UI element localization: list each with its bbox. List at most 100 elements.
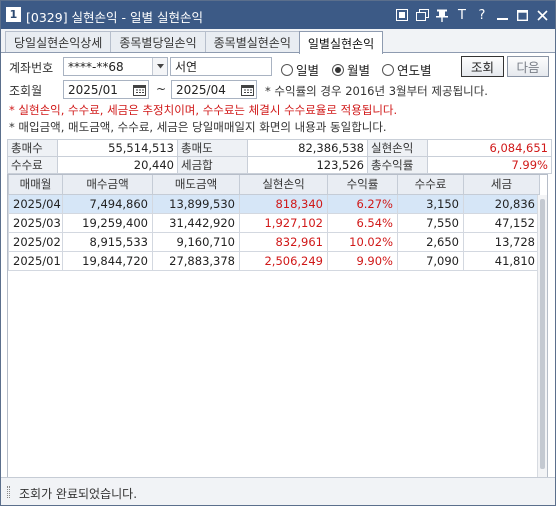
monthly-pnl-table: 매매월 매수금액 매도금액 실현손익 수익률 수수료 세금 2025/04 7,… bbox=[8, 175, 540, 271]
col-header-return-rate[interactable]: 수익률 bbox=[327, 175, 398, 195]
close-icon[interactable] bbox=[535, 7, 549, 23]
radio-yearly[interactable]: 연도별 bbox=[382, 60, 432, 79]
table-row[interactable]: 2025/03 19,259,400 31,442,920 1,927,102 … bbox=[8, 212, 540, 233]
tab-stock-intraday[interactable]: 종목별당일손익 bbox=[110, 31, 206, 53]
tab-stock-realized[interactable]: 종목별실현손익 bbox=[204, 31, 300, 53]
cell-tax: 47,152 bbox=[463, 212, 540, 233]
cell-realized-pnl: 832,961 bbox=[239, 231, 328, 252]
total-return-value: 7.99% bbox=[427, 156, 552, 174]
total-buy-label: 총매수 bbox=[7, 139, 58, 157]
rate-availability-note: * 수익률의 경우 2016년 3월부터 제공됩니다. bbox=[265, 84, 488, 98]
cell-return-rate: 10.02% bbox=[327, 231, 398, 252]
tax-value: 123,526 bbox=[247, 156, 368, 174]
cell-sell-amount: 27,883,378 bbox=[152, 250, 240, 271]
account-select[interactable]: ****-**68 bbox=[63, 57, 168, 76]
screen-number-badge: 1 bbox=[6, 7, 21, 22]
help-icon[interactable]: ? bbox=[475, 7, 489, 23]
account-name-value: 서연 bbox=[175, 60, 198, 74]
cell-sell-amount: 13,899,530 bbox=[152, 193, 240, 214]
cell-realized-pnl: 818,340 bbox=[239, 193, 328, 214]
realized-pnl-window: 1 [0329] 실현손익 - 일별 실현손익 T ? 당일실현손익상세 종목별… bbox=[0, 0, 556, 506]
cell-buy-amount: 7,494,860 bbox=[62, 193, 153, 214]
col-header-tax[interactable]: 세금 bbox=[463, 175, 540, 195]
radio-daily-label: 일별 bbox=[296, 63, 320, 78]
col-header-month[interactable]: 매매월 bbox=[8, 175, 63, 195]
cell-return-rate: 9.90% bbox=[327, 250, 398, 271]
cell-buy-amount: 19,259,400 bbox=[62, 212, 153, 233]
title-bar[interactable]: 1 [0329] 실현손익 - 일별 실현손익 T ? bbox=[1, 1, 555, 29]
pin-icon[interactable] bbox=[435, 7, 449, 23]
cell-buy-amount: 19,844,720 bbox=[62, 250, 153, 271]
cell-return-rate: 6.27% bbox=[327, 193, 398, 214]
grip-icon bbox=[7, 486, 10, 498]
radio-daily[interactable]: 일별 bbox=[281, 60, 319, 79]
status-bar: 조회가 완료되었습니다. bbox=[1, 477, 555, 505]
range-tilde: ~ bbox=[156, 82, 167, 96]
title-bar-controls: T ? bbox=[395, 6, 549, 24]
grid-header-row: 매매월 매수금액 매도금액 실현손익 수익률 수수료 세금 bbox=[8, 175, 540, 195]
table-row[interactable]: 2025/01 19,844,720 27,883,378 2,506,249 … bbox=[8, 250, 540, 271]
cell-tax: 41,810 bbox=[463, 250, 540, 271]
scrollbar-thumb[interactable] bbox=[540, 199, 545, 469]
tab-daily-realized[interactable]: 일별실현손익 bbox=[298, 31, 384, 54]
tab-strip: 당일실현손익상세 종목별당일손익 종목별실현손익 일별실현손익 bbox=[5, 31, 384, 54]
radio-monthly-circle bbox=[332, 63, 344, 76]
tax-label: 세금합 bbox=[177, 156, 248, 174]
query-button[interactable]: 조회 bbox=[461, 56, 504, 77]
radio-monthly-label: 월별 bbox=[347, 63, 371, 78]
cell-fee: 2,650 bbox=[397, 231, 464, 252]
minimize-icon[interactable] bbox=[495, 7, 509, 23]
fee-value: 20,440 bbox=[57, 156, 178, 174]
col-header-realized-pnl[interactable]: 실현손익 bbox=[239, 175, 328, 195]
total-buy-value: 55,514,513 bbox=[57, 139, 178, 157]
cell-fee: 7,550 bbox=[397, 212, 464, 233]
window-title: [0329] 실현손익 - 일별 실현손익 bbox=[26, 10, 203, 25]
tab-intraday-detail[interactable]: 당일실현손익상세 bbox=[5, 31, 112, 53]
from-month-input[interactable]: 2025/01 bbox=[63, 80, 149, 99]
calendar-icon[interactable] bbox=[131, 82, 147, 97]
link-icon[interactable] bbox=[395, 7, 409, 23]
realized-pnl-value: 6,084,651 bbox=[427, 139, 552, 157]
total-sell-value: 82,386,538 bbox=[247, 139, 368, 157]
tab-content-panel: 계좌번호 ****-**68 서연 일별 월별 연도별 조회 다음 조회월 20… bbox=[1, 53, 555, 505]
cell-month: 2025/03 bbox=[8, 212, 63, 233]
to-month-value: 2025/04 bbox=[176, 82, 226, 97]
account-name-field: 서연 bbox=[170, 57, 272, 76]
total-sell-label: 총매도 bbox=[177, 139, 248, 157]
cell-month: 2025/01 bbox=[8, 250, 63, 271]
radio-monthly[interactable]: 월별 bbox=[332, 60, 370, 79]
monthly-pnl-grid[interactable]: 매매월 매수금액 매도금액 실현손익 수익률 수수료 세금 2025/04 7,… bbox=[7, 174, 548, 478]
radio-yearly-circle bbox=[382, 63, 394, 76]
table-row[interactable]: 2025/04 7,494,860 13,899,530 818,340 6.2… bbox=[8, 193, 540, 214]
cell-realized-pnl: 1,927,102 bbox=[239, 212, 328, 233]
col-header-sell-amount[interactable]: 매도금액 bbox=[152, 175, 240, 195]
maximize-icon[interactable] bbox=[515, 7, 529, 23]
account-number-value: ****-**68 bbox=[68, 59, 124, 74]
calendar-icon[interactable] bbox=[239, 82, 255, 97]
cell-fee: 3,150 bbox=[397, 193, 464, 214]
cell-return-rate: 6.54% bbox=[327, 212, 398, 233]
cell-sell-amount: 9,160,710 bbox=[152, 231, 240, 252]
total-return-label: 총수익률 bbox=[367, 156, 428, 174]
text-size-icon[interactable]: T bbox=[455, 7, 469, 23]
cell-buy-amount: 8,915,533 bbox=[62, 231, 153, 252]
col-header-buy-amount[interactable]: 매수금액 bbox=[62, 175, 153, 195]
copy-icon[interactable] bbox=[415, 7, 429, 23]
cell-realized-pnl: 2,506,249 bbox=[239, 250, 328, 271]
chevron-down-icon[interactable] bbox=[152, 58, 167, 75]
radio-daily-circle bbox=[281, 63, 293, 76]
summary-table: 총매수 55,514,513 총매도 82,386,538 실현손익 6,084… bbox=[7, 139, 552, 174]
cell-sell-amount: 31,442,920 bbox=[152, 212, 240, 233]
cell-tax: 20,836 bbox=[463, 193, 540, 214]
cell-month: 2025/04 bbox=[8, 193, 63, 214]
table-row[interactable]: 2025/02 8,915,533 9,160,710 832,961 10.0… bbox=[8, 231, 540, 252]
grid-vertical-scrollbar[interactable] bbox=[537, 195, 547, 477]
next-button[interactable]: 다음 bbox=[507, 56, 549, 77]
col-header-fee[interactable]: 수수료 bbox=[397, 175, 464, 195]
to-month-input[interactable]: 2025/04 bbox=[171, 80, 257, 99]
realized-pnl-label: 실현손익 bbox=[367, 139, 428, 157]
from-month-value: 2025/01 bbox=[68, 82, 118, 97]
estimate-warning-note: * 실현손익, 수수료, 세금은 추정치이며, 수수료는 체결시 수수료율로 적… bbox=[9, 103, 398, 117]
period-label: 조회월 bbox=[9, 84, 43, 98]
status-message: 조회가 완료되었습니다. bbox=[19, 487, 138, 501]
